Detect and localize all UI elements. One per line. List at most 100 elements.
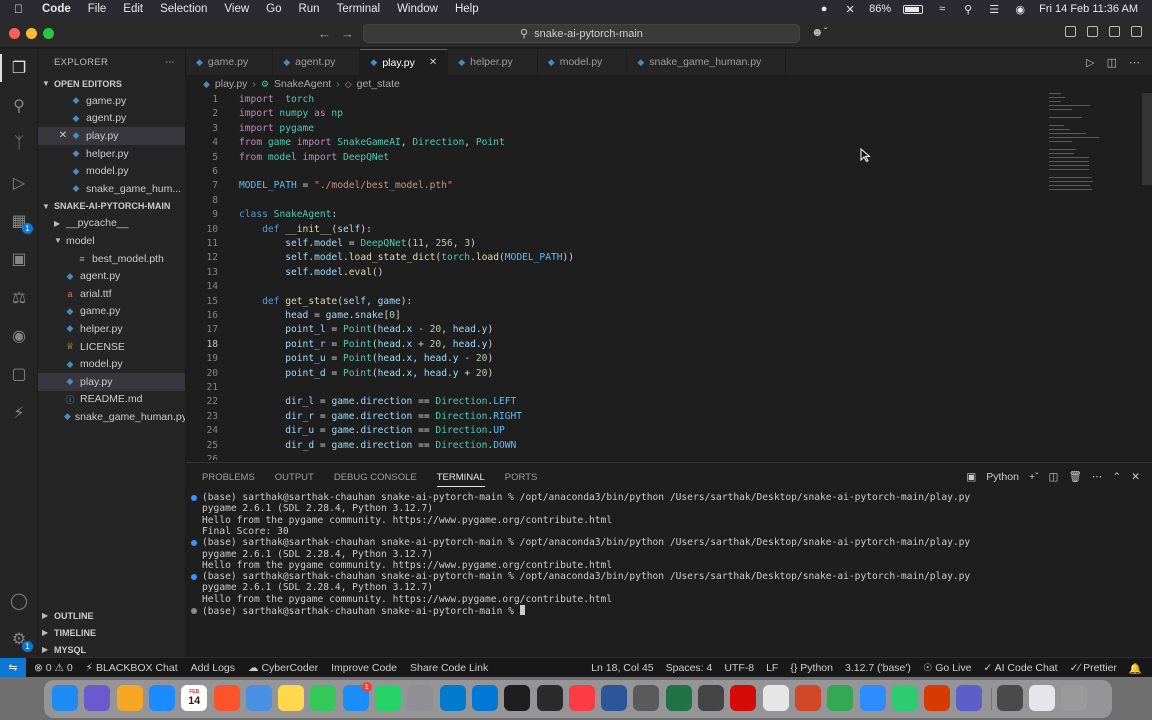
- dock-app-icon[interactable]: [568, 685, 595, 711]
- mysql-section[interactable]: ▶ MYSQL: [38, 641, 186, 658]
- settings-gear-icon[interactable]: ⚙ 1: [9, 629, 33, 652]
- menu-code[interactable]: Code: [42, 3, 71, 15]
- explorer-icon[interactable]: ❐: [0, 54, 29, 82]
- file-item[interactable]: ♕ LICENSE: [38, 338, 185, 356]
- dock-app-icon[interactable]: [439, 685, 466, 711]
- dock-app-icon[interactable]: [84, 685, 111, 711]
- customize-layout-icon[interactable]: [1065, 26, 1076, 37]
- spotlight-search-icon[interactable]: ⚲: [961, 3, 975, 16]
- menu-selection[interactable]: Selection: [160, 3, 207, 15]
- command-status-dot-icon[interactable]: [191, 495, 197, 501]
- editor-scrollbar[interactable]: [1142, 93, 1152, 185]
- dock-app-icon[interactable]: [375, 685, 401, 711]
- search-icon[interactable]: ⚲: [9, 96, 29, 116]
- dock-app-icon[interactable]: [730, 685, 757, 711]
- command-center-search[interactable]: ⚲ snake-ai-pytorch-main: [363, 24, 800, 43]
- dock-app-icon[interactable]: [859, 685, 886, 711]
- cursor-position[interactable]: Ln 18, Col 45: [591, 662, 653, 674]
- cybercoder-item[interactable]: ☁ CyberCoder: [248, 662, 318, 674]
- zoom-window-button[interactable]: [43, 28, 54, 39]
- dock-app-icon[interactable]: [504, 685, 531, 711]
- dock-app-icon[interactable]: [762, 685, 789, 711]
- ai-code-chat-button[interactable]: ✓ AI Code Chat: [983, 662, 1057, 674]
- calendar-app-icon[interactable]: FEB 14: [181, 685, 208, 711]
- file-item[interactable]: ≡ best_model.pth: [38, 250, 185, 268]
- dock-app-icon[interactable]: [1029, 685, 1055, 711]
- improve-code-item[interactable]: Improve Code: [331, 662, 397, 674]
- open-editor-item[interactable]: ◆ helper.py: [38, 145, 185, 163]
- open-editors-section[interactable]: ▼ OPEN EDITORS: [38, 75, 185, 92]
- battery-icon[interactable]: [903, 4, 924, 14]
- file-item[interactable]: ◆ model.py: [38, 355, 185, 373]
- new-terminal-icon[interactable]: +ˇ: [1029, 471, 1039, 483]
- dock-app-icon[interactable]: [310, 685, 337, 711]
- dock-app-icon[interactable]: [148, 685, 175, 711]
- chat-icon[interactable]: ▢: [9, 364, 29, 384]
- file-item[interactable]: ◆ helper.py: [38, 320, 185, 338]
- breadcrumb-method[interactable]: get_state: [357, 78, 400, 90]
- copilot-icon[interactable]: ☻ˇ: [811, 25, 828, 39]
- menu-run[interactable]: Run: [298, 3, 319, 15]
- breadcrumb-class[interactable]: SnakeAgent: [274, 78, 331, 90]
- dock-app-icon[interactable]: [1061, 685, 1088, 711]
- dock-app-icon[interactable]: [956, 685, 983, 711]
- command-status-dot-icon[interactable]: [191, 540, 197, 547]
- toggle-secondary-sidebar-icon[interactable]: [1131, 26, 1142, 37]
- encoding[interactable]: UTF-8: [724, 662, 754, 674]
- panel-tab-output[interactable]: OUTPUT: [275, 472, 314, 483]
- wifi-icon[interactable]: ≈: [935, 3, 949, 15]
- split-terminal-icon[interactable]: ◫: [1049, 471, 1059, 483]
- dock-app-icon[interactable]: [891, 685, 918, 711]
- dock-app-icon[interactable]: [698, 685, 724, 711]
- dock-app-icon[interactable]: [278, 685, 305, 711]
- dock-app-icon[interactable]: [213, 685, 240, 711]
- tab-game-py[interactable]: ◆ game.py: [186, 49, 274, 75]
- dock-app-icon[interactable]: [996, 685, 1023, 711]
- menu-file[interactable]: File: [88, 3, 107, 15]
- dock-app-icon[interactable]: [407, 685, 434, 711]
- tab-helper-py[interactable]: ◆ helper.py: [448, 49, 538, 75]
- close-window-button[interactable]: [9, 28, 20, 39]
- dock-app-icon[interactable]: [827, 685, 854, 711]
- panel-tab-debug-console[interactable]: DEBUG CONSOLE: [334, 472, 417, 483]
- dock-app-icon[interactable]: [665, 685, 692, 711]
- menu-window[interactable]: Window: [397, 3, 438, 15]
- go-live-button[interactable]: ☉ Go Live: [923, 662, 972, 674]
- remote-indicator-icon[interactable]: ⇋: [0, 657, 26, 678]
- menu-help[interactable]: Help: [455, 3, 479, 15]
- command-status-dot-icon[interactable]: [191, 608, 197, 614]
- panel-tab-ports[interactable]: PORTS: [505, 472, 538, 483]
- github-icon[interactable]: ◉: [9, 326, 29, 346]
- tab-snake-game-human-py[interactable]: ◆ snake_game_human.py: [627, 49, 787, 75]
- dock-app-icon[interactable]: [536, 685, 563, 711]
- dock-app-icon[interactable]: [924, 685, 951, 711]
- close-panel-icon[interactable]: ✕: [1131, 471, 1140, 483]
- maximize-panel-icon[interactable]: ⌃: [1112, 471, 1121, 483]
- tab-play-py[interactable]: ◆ play.py ✕: [360, 49, 449, 75]
- remote-explorer-icon[interactable]: ▣: [9, 249, 29, 269]
- tab-model-py[interactable]: ◆ model.py: [538, 49, 628, 75]
- apple-icon[interactable]: : [14, 2, 34, 16]
- blackbox-icon[interactable]: ⚡: [9, 403, 29, 423]
- siri-icon[interactable]: ◉: [1013, 3, 1027, 16]
- command-status-dot-icon[interactable]: [191, 574, 197, 581]
- dock-app-icon[interactable]: [633, 685, 660, 711]
- prettier-button[interactable]: ✓∕ Prettier: [1070, 662, 1117, 674]
- toggle-panel-icon[interactable]: [1109, 26, 1120, 37]
- open-editor-item[interactable]: ◆ snake_game_hum...: [38, 180, 185, 198]
- close-icon[interactable]: ✕: [56, 130, 70, 141]
- open-editor-item[interactable]: ◆ model.py: [38, 162, 185, 180]
- share-code-link-item[interactable]: Share Code Link: [410, 662, 488, 674]
- python-interpreter[interactable]: 3.12.7 ('base'): [845, 662, 911, 674]
- more-actions-icon[interactable]: ⋯: [1129, 56, 1140, 69]
- outline-section[interactable]: ▶ OUTLINE: [38, 607, 186, 624]
- dock-app-icon[interactable]: [794, 685, 821, 711]
- file-item[interactable]: ◆ agent.py: [38, 267, 185, 285]
- file-item[interactable]: ⓘ README.md: [38, 391, 185, 409]
- trash-icon[interactable]: 🗑: [1069, 470, 1082, 483]
- menu-bar-clock[interactable]: Fri 14 Feb 11:36 AM: [1039, 3, 1138, 15]
- minimap[interactable]: [1047, 93, 1102, 223]
- project-section[interactable]: ▼ SNAKE-AI-PYTORCH-MAIN: [38, 198, 185, 215]
- dock-app-icon[interactable]: [245, 685, 272, 711]
- toggle-primary-sidebar-icon[interactable]: [1087, 26, 1098, 37]
